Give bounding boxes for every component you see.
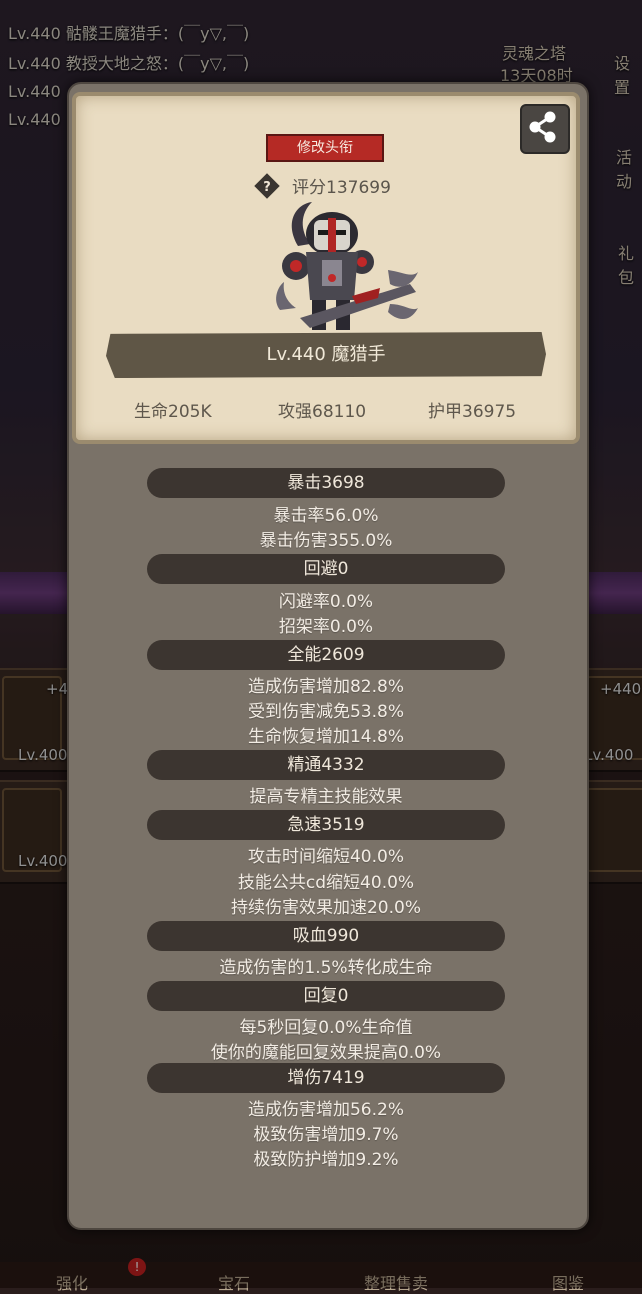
stat-line: 每5秒回复0.0%生命值 <box>239 1018 413 1038</box>
stat-line: 造成伤害的1.5%转化成生命 <box>219 958 433 978</box>
svg-text:?: ? <box>263 180 271 195</box>
stat-line: 使你的魔能回复效果提高0.0% <box>210 1043 442 1063</box>
score-help-button[interactable]: ? <box>253 172 281 200</box>
stat-header-crit: 暴击3698 <box>147 468 505 498</box>
stat-header-haste: 急速3519 <box>147 810 505 840</box>
edit-title-button[interactable]: 修改头衔 <box>266 134 384 162</box>
share-icon <box>529 111 556 143</box>
share-button[interactable] <box>520 104 570 154</box>
hero-portrait <box>276 202 418 330</box>
stat-line: 极致伤害增加9.7% <box>253 1125 399 1145</box>
stat-line: 招架率0.0% <box>278 617 374 637</box>
stat-line: 攻击时间缩短40.0% <box>247 847 404 867</box>
hp-stat: 生命205K <box>134 402 212 422</box>
stat-header-damage-bonus: 增伤7419 <box>147 1063 505 1093</box>
stat-line: 暴击率56.0% <box>273 506 379 526</box>
stat-header-regen: 回复0 <box>147 981 505 1011</box>
stat-line: 造成伤害增加56.2% <box>247 1100 404 1120</box>
stat-header-dodge: 回避0 <box>147 554 505 584</box>
stat-line: 持续伤害效果加速20.0% <box>230 898 421 918</box>
stat-header-lifesteal: 吸血990 <box>147 921 505 951</box>
stat-line: 造成伤害增加82.8% <box>247 677 404 697</box>
stat-line: 生命恢复增加14.8% <box>247 727 404 747</box>
stat-line: 提高专精主技能效果 <box>249 787 403 807</box>
stat-line: 闪避率0.0% <box>278 592 374 612</box>
hero-name-bar: Lv.440 魔猎手 <box>106 332 546 378</box>
stat-line: 受到伤害减免53.8% <box>247 702 404 722</box>
armor-stat: 护甲36975 <box>428 402 517 422</box>
stat-header-versatility: 全能2609 <box>147 640 505 670</box>
score-value: 评分137699 <box>292 178 391 198</box>
stat-line: 技能公共cd缩短40.0% <box>237 873 415 893</box>
stat-line: 暴击伤害355.0% <box>259 531 393 551</box>
attack-stat: 攻强68110 <box>278 402 367 422</box>
stat-line: 极致防护增加9.2% <box>253 1150 399 1170</box>
stat-header-mastery: 精通4332 <box>147 750 505 780</box>
question-icon: ? <box>254 173 280 199</box>
